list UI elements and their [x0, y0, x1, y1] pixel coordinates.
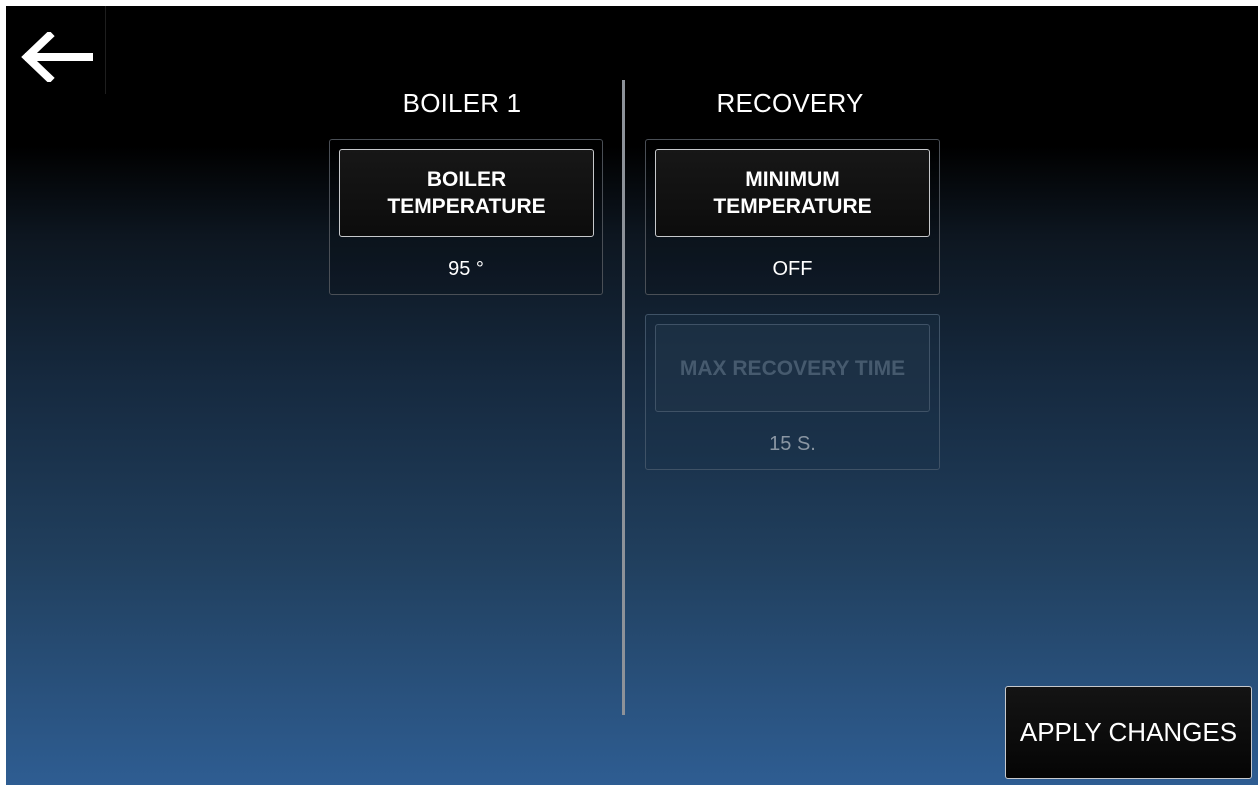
- arrow-left-icon: [21, 32, 93, 82]
- minimum-temperature-value: OFF: [772, 258, 813, 280]
- boiler-temperature-label-line2: TEMPERATURE: [387, 195, 546, 218]
- max-recovery-time-button: MAX RECOVERY TIME: [655, 324, 930, 412]
- minimum-temperature-label-line1: MINIMUM: [745, 168, 840, 191]
- back-button[interactable]: [6, 6, 106, 94]
- minimum-temperature-card: MINIMUM TEMPERATURE OFF: [645, 139, 940, 295]
- boiler-temperature-button-label: BOILER TEMPERATURE: [387, 166, 545, 220]
- max-recovery-time-button-label: MAX RECOVERY TIME: [679, 356, 906, 380]
- recovery-column-title: RECOVERY: [716, 88, 864, 118]
- boiler-temperature-card: BOILER TEMPERATURE 95 °: [329, 139, 603, 295]
- minimum-temperature-button[interactable]: MINIMUM TEMPERATURE: [655, 149, 930, 237]
- minimum-temperature-button-label: MINIMUM TEMPERATURE: [713, 166, 871, 220]
- max-recovery-time-value: 15 S.: [769, 433, 816, 455]
- boiler-temperature-label-line1: BOILER: [426, 168, 507, 191]
- boiler-temperature-value: 95 °: [448, 258, 484, 280]
- settings-screen: BOILER 1 RECOVERY BOILER TEMPERATURE 95 …: [6, 6, 1258, 785]
- max-recovery-time-card: MAX RECOVERY TIME 15 S.: [645, 314, 940, 470]
- minimum-temperature-label-line2: TEMPERATURE: [713, 195, 872, 218]
- column-divider: [622, 80, 625, 715]
- boiler-temperature-button[interactable]: BOILER TEMPERATURE: [339, 149, 594, 237]
- apply-changes-button[interactable]: APPLY CHANGES: [1005, 686, 1252, 779]
- boiler-column-title: BOILER 1: [402, 88, 522, 118]
